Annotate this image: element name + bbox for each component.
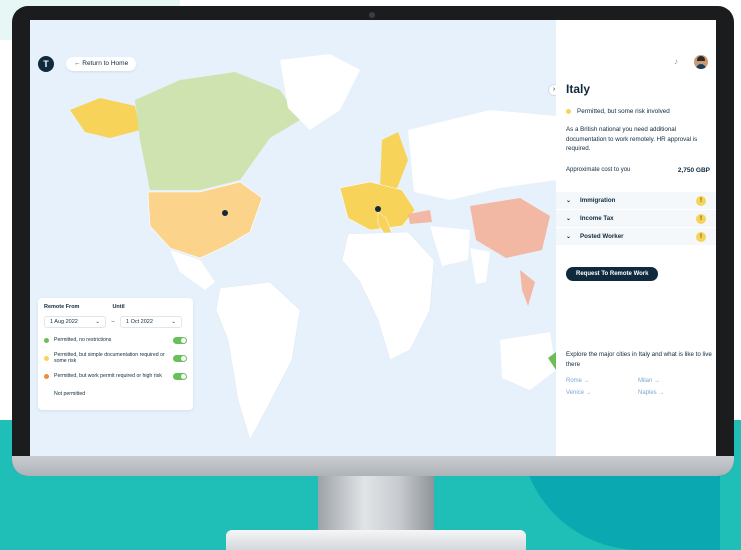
app-screen: T ← Return to Home Remote From Until 1 A… [30, 20, 716, 456]
chevron-down-icon: ⌄ [95, 319, 100, 325]
map-marker-destination [375, 206, 381, 212]
legend-toggle[interactable] [173, 372, 187, 380]
city-links: Rome → Milan → Venice → Naples → [566, 378, 706, 396]
city-link-rome[interactable]: Rome → [566, 378, 638, 384]
return-to-home-button[interactable]: ← Return to Home [66, 57, 137, 71]
bell-icon[interactable]: ♪ [674, 57, 678, 66]
accordion-label: Posted Worker [580, 233, 624, 240]
filter-card: Remote From Until 1 Aug 2022 ⌄ – 1 Oct 2… [38, 298, 193, 410]
legend-dot-orange [44, 373, 49, 379]
country-description: As a British national you need additiona… [566, 126, 698, 152]
chevron-down-icon: ⌄ [566, 234, 572, 240]
country-panel: ♪ Italy Permitted, but some risk involve… [556, 20, 716, 456]
map-marker-home [222, 210, 228, 216]
city-link-venice[interactable]: Venice → [566, 390, 638, 396]
legend-dot-white [44, 391, 49, 397]
legend-item: Permitted, but simple documentation requ… [44, 352, 187, 364]
accordion-label: Income Tax [580, 215, 614, 222]
accordion-income-tax[interactable]: ⌄ Income Tax ! [556, 210, 716, 228]
legend-text: Not permitted [54, 391, 86, 397]
remote-from-value: 1 Aug 2022 [50, 319, 78, 325]
monitor-stand-base [226, 530, 526, 550]
warning-icon: ! [696, 195, 706, 206]
legend-item: Permitted, no restrictions [44, 334, 187, 346]
warning-icon: ! [696, 213, 706, 224]
accordion-label: Immigration [580, 197, 616, 204]
date-separator: – [111, 319, 115, 325]
legend-text: Permitted, no restrictions [54, 337, 112, 343]
remote-from-select[interactable]: 1 Aug 2022 ⌄ [44, 316, 106, 328]
accordion-immigration[interactable]: ⌄ Immigration ! [556, 192, 716, 210]
status-badge: Permitted, but some risk involved [566, 108, 670, 115]
until-value: 1 Oct 2022 [126, 319, 153, 325]
cost-label: Approximate cost to you [566, 167, 631, 173]
chevron-down-icon: ⌄ [566, 198, 572, 204]
requirements-accordion: ⌄ Immigration ! ⌄ Income Tax ! ⌄ Posted … [556, 192, 716, 246]
legend-toggle[interactable] [173, 336, 187, 344]
request-remote-work-button[interactable]: Request To Remote Work [566, 267, 659, 281]
camera-icon [369, 12, 375, 18]
until-label: Until [112, 304, 125, 310]
legend-dot-green [44, 337, 49, 343]
explore-cities-text: Explore the major cities in Italy and wh… [566, 351, 712, 368]
legend-toggle[interactable] [173, 354, 187, 362]
warning-icon: ! [696, 231, 706, 242]
monitor-chin [12, 456, 734, 476]
legend-item: Permitted, but work permit required or h… [44, 370, 187, 382]
chevron-down-icon: ⌄ [171, 319, 176, 325]
city-link-naples[interactable]: Naples → [638, 390, 710, 396]
page-title: Italy [566, 82, 591, 96]
legend-text: Permitted, but work permit required or h… [54, 373, 162, 379]
monitor-stand-neck [318, 470, 434, 530]
avatar[interactable] [694, 55, 708, 69]
until-select[interactable]: 1 Oct 2022 ⌄ [120, 316, 182, 328]
status-dot [566, 109, 571, 114]
legend-text: Permitted, but simple documentation requ… [54, 352, 165, 364]
chevron-down-icon: ⌄ [566, 216, 572, 222]
accordion-posted-worker[interactable]: ⌄ Posted Worker ! [556, 228, 716, 246]
cost-row: Approximate cost to you 2,750 GBP [566, 167, 710, 174]
status-text: Permitted, but some risk involved [577, 108, 670, 115]
city-link-milan[interactable]: Milan → [638, 378, 710, 384]
cost-value: 2,750 GBP [677, 167, 710, 174]
app-logo[interactable]: T [38, 56, 54, 72]
remote-from-label: Remote From [44, 304, 80, 310]
legend-item: Not permitted [44, 388, 187, 400]
legend-dot-yellow [44, 355, 49, 361]
